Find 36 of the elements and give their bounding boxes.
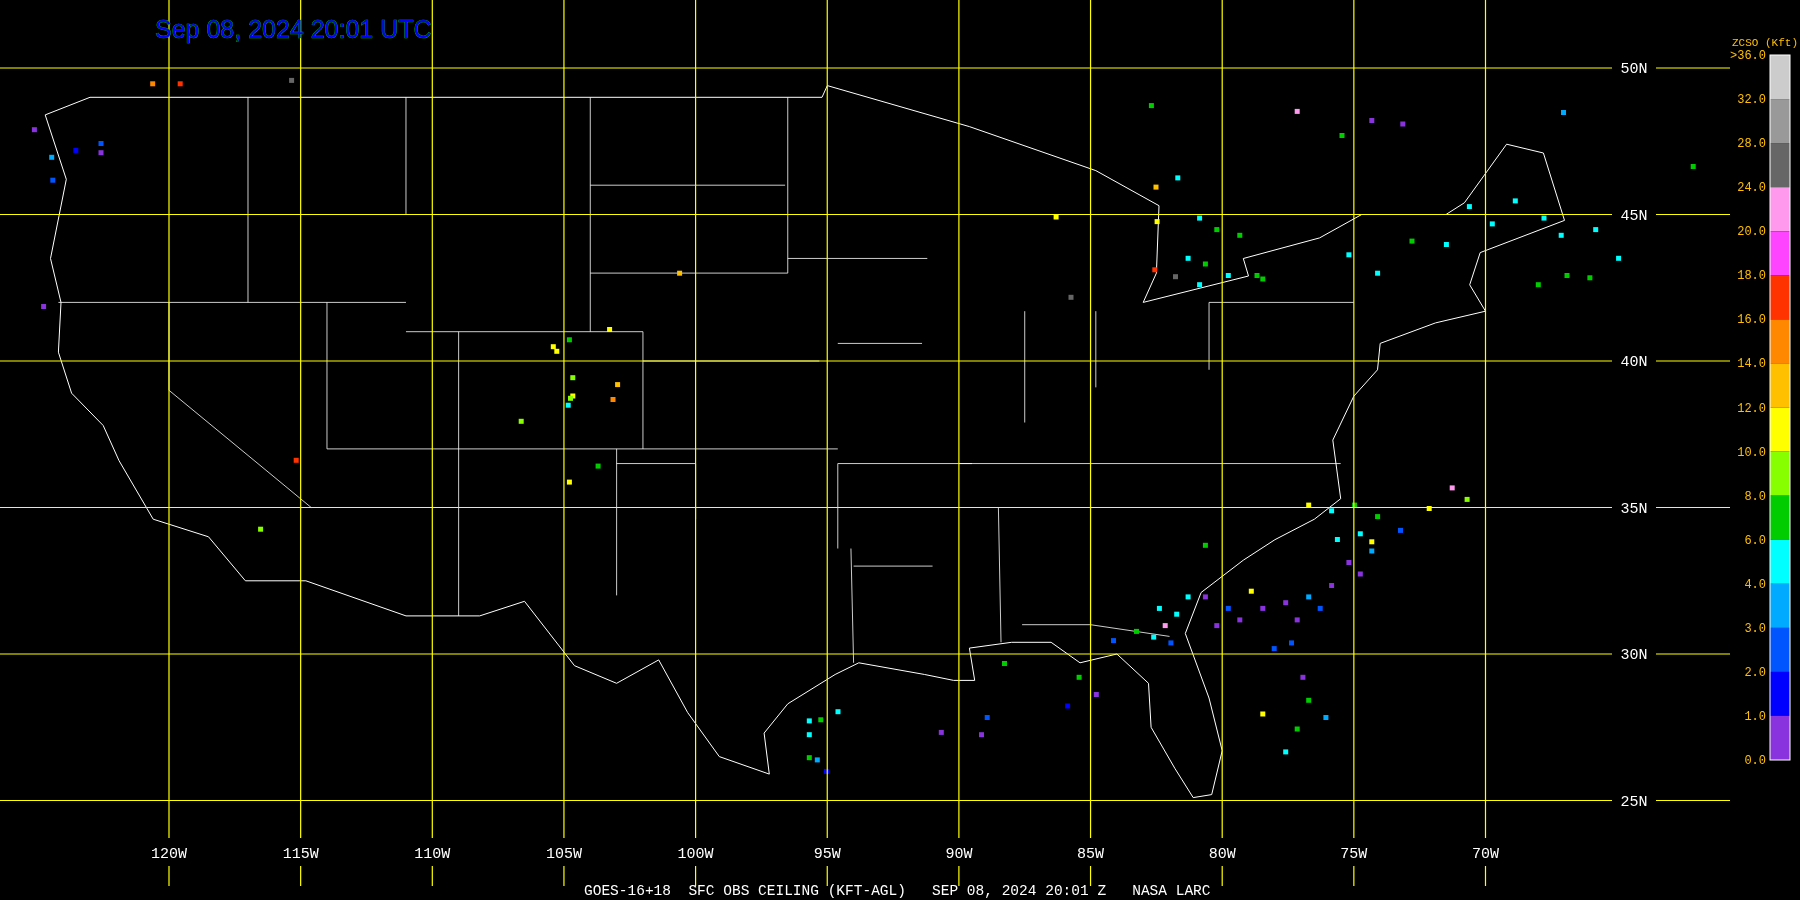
legend-label: 3.0 — [1744, 621, 1766, 636]
legend-label: >36.0 — [1730, 49, 1766, 63]
longitude-label: 70W — [1472, 846, 1499, 863]
longitude-label: 120W — [151, 846, 187, 863]
footer-caption: GOES-16+18 SFC OBS CEILING (KFT-AGL) SEP 08, 2024 20:01 Z NASA LARC — [584, 883, 1211, 899]
longitude-label: 115W — [282, 846, 319, 863]
longitude-label: 100W — [677, 846, 714, 863]
legend-label: 14.0 — [1737, 357, 1766, 372]
legend-label: 8.0 — [1744, 489, 1766, 504]
latitude-label: 50N — [1620, 61, 1648, 78]
longitude-label: 95W — [813, 846, 841, 863]
legend-label: 32.0 — [1737, 93, 1766, 108]
latitude-label: 40N — [1620, 354, 1648, 371]
legend-label: 28.0 — [1737, 137, 1766, 152]
latitude-label: 25N — [1620, 793, 1648, 811]
longitude-label: 105W — [545, 846, 582, 863]
longitude-label: 110W — [414, 846, 451, 863]
legend-label: 12.0 — [1737, 401, 1766, 416]
legend-label: 4.0 — [1744, 577, 1766, 592]
longitude-label: 90W — [945, 846, 973, 863]
longitude-label: 85W — [1077, 846, 1105, 863]
longitude-label: 75W — [1340, 846, 1368, 863]
legend-label: 20.0 — [1737, 225, 1766, 240]
legend-label: 6.0 — [1744, 533, 1766, 548]
longitude-label: 80W — [1208, 846, 1236, 863]
legend-label: 18.0 — [1737, 269, 1766, 284]
latitude-label: 35N — [1620, 500, 1648, 518]
legend-label: 24.0 — [1737, 181, 1766, 196]
legend-label: 2.0 — [1744, 665, 1766, 680]
legend-title: ZCSO (Kft) — [1732, 37, 1798, 49]
legend-label: 1.0 — [1744, 709, 1766, 724]
legend-label: 10.0 — [1737, 445, 1766, 460]
legend-label: 0.0 — [1744, 754, 1766, 768]
latitude-label: 45N — [1620, 207, 1648, 225]
latitude-label: 30N — [1620, 647, 1648, 664]
legend-label: 16.0 — [1737, 313, 1766, 328]
